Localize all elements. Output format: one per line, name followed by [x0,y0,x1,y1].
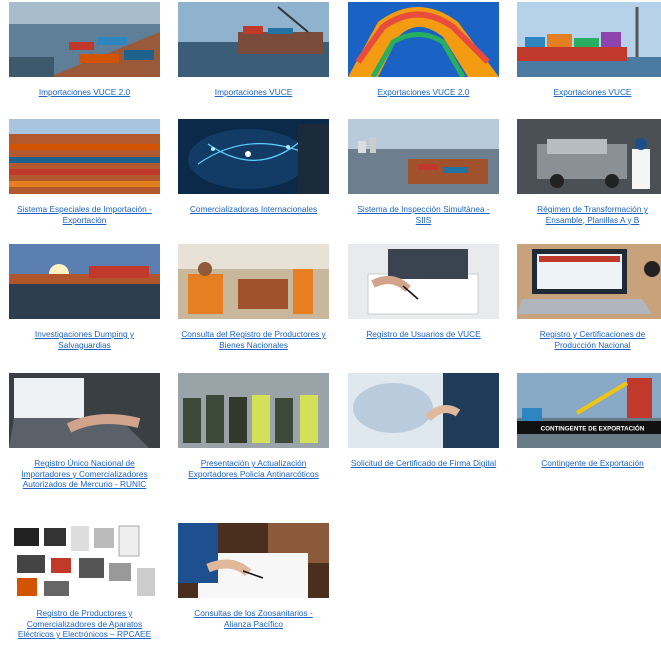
tile-siis[interactable]: Sistema de Inspección Simultánea - SIIS [348,119,499,225]
tile-dumping[interactable]: Investigaciones Dumping y Salvaguardias [9,244,160,350]
tile-registro-productores-bienes[interactable]: Consulta del Registro de Productores y B… [178,244,329,350]
port-ships-image [178,2,329,77]
tile-label: Importaciones VUCE [214,87,293,97]
tile-firma-digital[interactable]: Solicitud de Certificado de Firma Digita… [348,373,499,469]
tile-contingente-exportacion[interactable]: CONTINGENTE DE EXPORTACIÓN Contingente d… [517,373,661,469]
cargo-ship-image [517,2,661,77]
tile-label: Exportaciones VUCE 2.0 [377,87,470,97]
crane-containers-image: CONTINGENTE DE EXPORTACIÓN [517,373,661,448]
tile-label: Exportaciones VUCE [553,87,632,97]
tile-label: Importaciones VUCE 2.0 [38,87,131,97]
tile-rpcaee[interactable]: Registro de Productores y Comercializado… [9,523,160,640]
tile-label: Contingente de Exportación [541,458,644,468]
signing-document-image [178,523,329,598]
workers-inspection-image [178,244,329,319]
tile-label: Comercializadoras Internacionales [189,204,318,214]
tile-label: Registro y Certificaciones de Producción… [539,329,646,350]
overlay-text: CONTINGENTE DE EXPORTACIÓN [541,424,645,433]
tile-comercializadoras[interactable]: Comercializadoras Internacionales [178,119,329,215]
tile-zoosanitarios[interactable]: Consultas de los Zoosanitarios - Alianza… [178,523,329,629]
tile-registro-certificaciones[interactable]: Registro y Certificaciones de Producción… [517,244,661,350]
factory-assembly-image [517,119,661,194]
containers-arch-image [348,2,499,77]
hands-writing-image [348,244,499,319]
tile-label: Sistema de Inspección Simultánea - SIIS [357,204,490,225]
tile-label: Investigaciones Dumping y Salvaguardias [34,329,135,350]
tile-label: Consulta del Registro de Productores y B… [181,329,326,350]
port-containers-aerial-image [9,2,160,77]
tile-registro-usuarios[interactable]: Registro de Usuarios de VUCE [348,244,499,340]
tile-label: Sistema Especiales de Importación - Expo… [17,204,152,225]
container-yard-image [9,119,160,194]
tile-regimen-transformacion[interactable]: Régimen de Transformación y Ensamble, Pl… [517,119,661,225]
tile-importaciones-vuce-2[interactable]: Importaciones VUCE 2.0 [9,2,160,98]
laptop-typing-image [517,244,661,319]
tile-importaciones-vuce[interactable]: Importaciones VUCE [178,2,329,98]
services-grid: Importaciones VUCE 2.0 Importaciones VUC… [0,0,661,651]
tile-label: Régimen de Transformación y Ensamble, Pl… [537,204,648,225]
port-city-image [348,119,499,194]
sunset-containers-image [9,244,160,319]
police-officers-image [178,373,329,448]
laptop-keyboard-image [9,373,160,448]
global-network-image [178,119,329,194]
tile-label: Registro Único Nacional de Importadores … [21,458,148,489]
tile-policia-antinarcoticos[interactable]: Presentación y Actualización Exportadore… [178,373,329,479]
tile-exportaciones-vuce[interactable]: Exportaciones VUCE [517,2,661,98]
electronics-appliances-image [9,523,160,598]
tile-label: Solicitud de Certificado de Firma Digita… [350,458,497,468]
digital-world-hand-image [348,373,499,448]
tile-label: Registro de Productores y Comercializado… [17,608,152,639]
tile-runic[interactable]: Registro Único Nacional de Importadores … [9,373,160,490]
tile-label: Registro de Usuarios de VUCE [366,329,481,339]
tile-sistema-especiales[interactable]: Sistema Especiales de Importación - Expo… [9,119,160,225]
tile-exportaciones-vuce-2[interactable]: Exportaciones VUCE 2.0 [348,2,499,98]
tile-label: Consultas de los Zoosanitarios - Alianza… [194,608,313,629]
tile-label: Presentación y Actualización Exportadore… [188,458,319,479]
